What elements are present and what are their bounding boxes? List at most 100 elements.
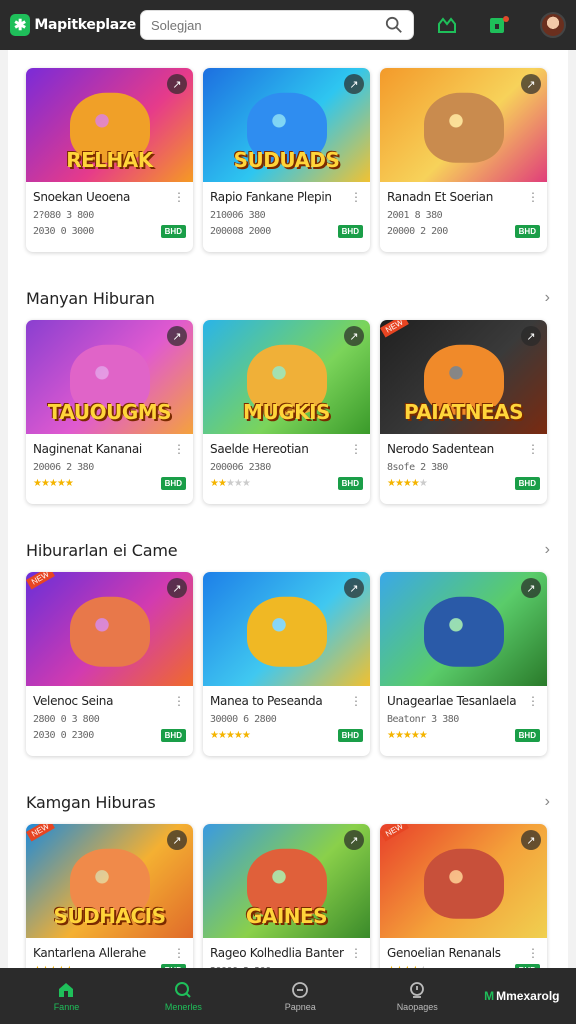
game-title: Nerodo Sadentean: [387, 442, 494, 456]
share-icon[interactable]: ↗: [344, 326, 364, 346]
more-options-icon[interactable]: ⋮: [350, 442, 362, 456]
game-thumbnail[interactable]: RELHAK ↗: [26, 68, 193, 182]
nav-chat[interactable]: Papnea: [250, 981, 350, 1012]
game-card[interactable]: PAIATNEAS NEW ↗ Nerodo Sadentean ⋮ 8sofe 2 38…: [380, 320, 547, 504]
price-tag[interactable]: BHD: [514, 729, 540, 742]
more-options-icon[interactable]: ⋮: [173, 694, 185, 708]
game-card[interactable]: SUDHACISNEW↗Kantarlena Allerahe⋮★★★★★BHD: [26, 824, 193, 968]
game-card[interactable]: NEW ↗ Velenoc Seina ⋮ 2800 0 3 800 2030 0 230…: [26, 572, 193, 756]
game-card[interactable]: TAUOUGMS ↗ Naginenat Kananai ⋮ 20006 2 380 ★★…: [26, 320, 193, 504]
home-icon: [59, 982, 74, 997]
store-icon[interactable]: [436, 14, 458, 36]
game-card[interactable]: MUGKIS ↗ Saelde Hereotian ⋮ 200006 2380 ★★★★★…: [203, 320, 370, 504]
game-info: Naginenat Kananai ⋮ 20006 2 380 ★★★★★ BHD: [26, 434, 193, 504]
share-icon[interactable]: ↗: [344, 578, 364, 598]
more-options-icon[interactable]: ⋮: [173, 190, 185, 204]
nav-notifications[interactable]: Naopages: [367, 981, 467, 1012]
game-info: Kantarlena Allerahe⋮★★★★★BHD: [26, 938, 193, 968]
game-meta-secondary: 20000 2 200: [387, 226, 448, 237]
share-icon[interactable]: ↗: [521, 74, 541, 94]
share-icon[interactable]: ↗: [521, 578, 541, 598]
search-icon[interactable]: [385, 16, 403, 34]
more-options-icon[interactable]: ⋮: [527, 442, 539, 456]
share-icon[interactable]: ↗: [344, 74, 364, 94]
share-icon[interactable]: ↗: [521, 830, 541, 850]
new-badge: NEW: [380, 824, 409, 842]
more-options-icon[interactable]: ⋮: [527, 694, 539, 708]
search-input[interactable]: [151, 17, 385, 33]
game-logo-text: PAIATNEAS: [403, 400, 524, 424]
game-meta-secondary: 2030 0 3000: [33, 226, 94, 237]
more-options-icon[interactable]: ⋮: [527, 190, 539, 204]
game-row: NEW ↗ Velenoc Seina ⋮ 2800 0 3 800 2030 0 230…: [8, 572, 568, 756]
game-thumbnail[interactable]: SUDHACIS NEW ↗: [26, 824, 193, 938]
share-icon[interactable]: ↗: [167, 830, 187, 850]
star-rating: ★★★★★: [387, 478, 428, 489]
price-tag[interactable]: BHD: [514, 225, 540, 238]
share-icon[interactable]: ↗: [167, 326, 187, 346]
more-options-icon[interactable]: ⋮: [350, 946, 362, 960]
share-icon[interactable]: ↗: [167, 74, 187, 94]
game-card[interactable]: ↗ Ranadn Et Soerian ⋮ 2001 8 380 20000 2 200…: [380, 68, 547, 252]
price-tag[interactable]: BHD: [514, 477, 540, 490]
game-info: Velenoc Seina ⋮ 2800 0 3 800 2030 0 2300 BHD: [26, 686, 193, 756]
price-tag[interactable]: BHD: [337, 729, 363, 742]
game-thumbnail[interactable]: ↗: [203, 572, 370, 686]
share-icon[interactable]: ↗: [344, 830, 364, 850]
price-tag[interactable]: BHD: [337, 225, 363, 238]
game-thumbnail[interactable]: MUGKIS ↗: [203, 320, 370, 434]
game-card[interactable]: RELHAK ↗ Snoekan Ueoena ⋮ 2?080 3 800 2030 0 …: [26, 68, 193, 252]
chevron-right-icon[interactable]: ›: [545, 541, 550, 559]
game-card[interactable]: SUDUADS ↗ Rapio Fankane Plepin ⋮ 210006 380 2…: [203, 68, 370, 252]
section-header[interactable]: Manyan Hiburan ›: [8, 276, 568, 320]
game-thumbnail[interactable]: ↗: [380, 68, 547, 182]
more-options-icon[interactable]: ⋮: [350, 694, 362, 708]
price-tag[interactable]: BHD: [160, 477, 186, 490]
game-meta: 2?080 3 800: [33, 210, 94, 221]
app-logo[interactable]: ✱ Mapitkeplaze: [10, 14, 136, 36]
price-tag[interactable]: BHD: [160, 729, 186, 742]
game-info: Snoekan Ueoena ⋮ 2?080 3 800 2030 0 3000 BHD: [26, 182, 193, 252]
game-thumbnail[interactable]: SUDUADS ↗: [203, 68, 370, 182]
game-title: Manea to Peseanda: [210, 694, 323, 708]
game-thumbnail[interactable]: GAINES ↗: [203, 824, 370, 938]
section-header[interactable]: Hiburarlan ei Came ›: [8, 528, 568, 572]
game-title: Saelde Hereotian: [210, 442, 309, 456]
chevron-right-icon[interactable]: ›: [545, 793, 550, 811]
star-rating: ★★★★★: [33, 478, 74, 489]
game-card[interactable]: NEW↗Genoelian Renanals⋮★★★★★BHD: [380, 824, 547, 968]
more-options-icon[interactable]: ⋮: [527, 946, 539, 960]
nav-search[interactable]: Menerles: [133, 981, 233, 1012]
more-options-icon[interactable]: ⋮: [173, 442, 185, 456]
game-card[interactable]: ↗ Unagearlae Tesanlaela ⋮ Beatonr 3 380 ★★★★…: [380, 572, 547, 756]
game-title: Kantarlena Allerahe: [33, 946, 146, 960]
game-card[interactable]: ↗ Manea to Peseanda ⋮ 30000 6 2800 ★★★★★ BHD: [203, 572, 370, 756]
more-options-icon[interactable]: ⋮: [350, 190, 362, 204]
search-bar[interactable]: [140, 10, 414, 40]
game-thumbnail[interactable]: NEW ↗: [26, 572, 193, 686]
game-title: Ranadn Et Soerian: [387, 190, 493, 204]
download-icon[interactable]: [488, 14, 510, 36]
game-title: Genoelian Renanals: [387, 946, 501, 960]
game-thumbnail[interactable]: PAIATNEAS NEW ↗: [380, 320, 547, 434]
user-avatar[interactable]: [540, 12, 566, 38]
share-icon[interactable]: ↗: [521, 326, 541, 346]
chevron-right-icon[interactable]: ›: [545, 289, 550, 307]
character-art: [246, 596, 327, 667]
game-card[interactable]: GAINES↗Rageo Kolhedlia Banter⋮20000 2 30…: [203, 824, 370, 968]
game-thumbnail[interactable]: ↗: [380, 572, 547, 686]
game-thumbnail[interactable]: NEW ↗: [380, 824, 547, 938]
price-tag[interactable]: BHD: [160, 225, 186, 238]
share-icon[interactable]: ↗: [167, 578, 187, 598]
price-tag[interactable]: BHD: [337, 477, 363, 490]
nav-home[interactable]: Fanne: [16, 981, 116, 1012]
bottom-brand[interactable]: M Mmexarolg: [484, 989, 559, 1003]
section-header[interactable]: Kamgan Hiburas ›: [8, 780, 568, 824]
game-info: Ranadn Et Soerian ⋮ 2001 8 380 20000 2 200 B…: [380, 182, 547, 252]
more-options-icon[interactable]: ⋮: [173, 946, 185, 960]
game-info: Genoelian Renanals⋮★★★★★BHD: [380, 938, 547, 968]
section-title: Hiburarlan ei Came: [26, 540, 178, 560]
game-row: SUDHACISNEW↗Kantarlena Allerahe⋮★★★★★BHD…: [8, 824, 568, 968]
game-meta: 20006 2 380: [33, 462, 94, 473]
game-thumbnail[interactable]: TAUOUGMS ↗: [26, 320, 193, 434]
